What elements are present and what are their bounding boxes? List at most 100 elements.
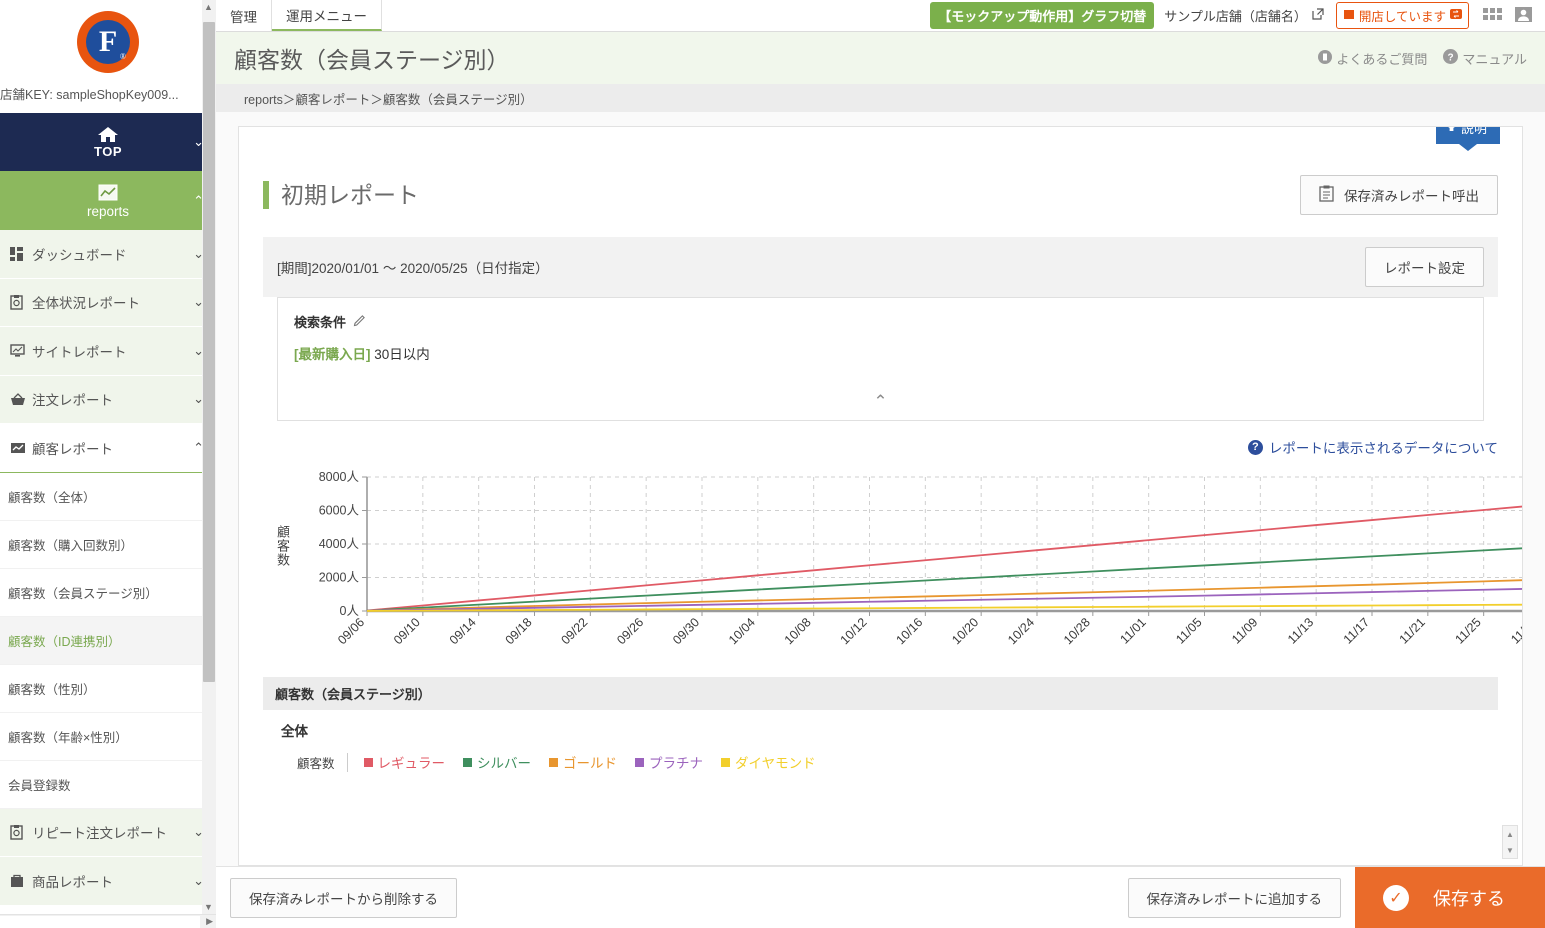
svg-text:?: ? bbox=[1448, 52, 1454, 63]
logo-letter: F ® bbox=[86, 20, 130, 64]
clipboard-icon bbox=[10, 294, 32, 310]
user-avatar-icon[interactable] bbox=[1514, 5, 1533, 27]
sidebar-item-top[interactable]: TOP ⌄ bbox=[0, 113, 216, 171]
sidebar-group-dashboard[interactable]: ダッシュボード ⌄ bbox=[0, 230, 216, 279]
sidebar-item-member-registrations[interactable]: 会員登録数 bbox=[0, 760, 216, 809]
save-button-label: 保存する bbox=[1433, 888, 1505, 909]
sidebar-scroll-thumb[interactable] bbox=[203, 22, 215, 682]
line-chart[interactable]: 0人2000人4000人6000人8000人09/06 09/10 09/14 09/… bbox=[295, 463, 1523, 663]
report-data-info-label: レポートに表示されるデータについて bbox=[1268, 441, 1498, 456]
svg-text:10/16: 10/16 bbox=[893, 615, 925, 647]
scroll-down-icon[interactable]: ▼ bbox=[204, 902, 213, 912]
sidebar-vertical-scrollbar[interactable]: ▲ ▼ bbox=[202, 0, 216, 914]
mockup-graph-switch-button[interactable]: 【モックアップ動作用】グラフ切替 bbox=[930, 2, 1155, 29]
delete-saved-report-button[interactable]: 保存済みレポートから削除する bbox=[230, 877, 457, 918]
tab-operation-menu-label: 運用メニュー bbox=[286, 8, 367, 24]
apps-grid-icon[interactable] bbox=[1483, 5, 1502, 27]
page-header: 顧客数（会員ステージ別） よくあるご質問 ? マニュアル bbox=[216, 32, 1545, 84]
legend-item-label: ゴールド bbox=[563, 756, 618, 771]
sidebar-item-top-label: TOP bbox=[94, 143, 122, 159]
sidebar-item-customer-by-id-link[interactable]: 顧客数（ID連携別） bbox=[0, 616, 216, 665]
sidebar-hscroll-thumb[interactable] bbox=[0, 916, 200, 928]
svg-text:09/10: 09/10 bbox=[391, 615, 423, 647]
legend-item[interactable]: プラチナ bbox=[635, 752, 703, 772]
svg-text:09/26: 09/26 bbox=[614, 615, 646, 647]
logo[interactable]: F ® bbox=[0, 0, 216, 84]
home-icon bbox=[97, 126, 119, 143]
table-title: 顧客数（会員ステージ別） bbox=[263, 677, 1498, 710]
store-icon bbox=[1343, 8, 1355, 23]
sidebar-item-customer-by-gender[interactable]: 顧客数（性別） bbox=[0, 664, 216, 713]
manual-label: マニュアル bbox=[1462, 51, 1527, 67]
legend-item-list: レギュラー シルバー ゴールド プラチナ ダイヤモンド bbox=[348, 752, 816, 772]
sidebar-item-customer-by-age-gender[interactable]: 顧客数（年齢×性別） bbox=[0, 712, 216, 761]
sidebar-group-site[interactable]: サイトレポート ⌄ bbox=[0, 327, 216, 376]
save-button[interactable]: ✓ 保存する bbox=[1355, 866, 1545, 928]
report-data-info-link[interactable]: ? レポートに表示されるデータについて bbox=[263, 437, 1498, 457]
sidebar-group-overall[interactable]: 全体状況レポート ⌄ bbox=[0, 278, 216, 327]
sidebar-item-customer-total-label: 顧客数（全体） bbox=[8, 490, 96, 505]
report-settings-label: レポート設定 bbox=[1384, 261, 1465, 276]
add-saved-report-button[interactable]: 保存済みレポートに追加する bbox=[1127, 877, 1341, 918]
manual-link[interactable]: ? マニュアル bbox=[1443, 49, 1527, 68]
saved-report-call-button[interactable]: 保存済みレポート呼出 bbox=[1300, 175, 1498, 215]
legend-item[interactable]: レギュラー bbox=[363, 752, 445, 772]
sidebar-group-order[interactable]: 注文レポート ⌄ bbox=[0, 375, 216, 424]
sidebar-horizontal-scrollbar[interactable]: ▶ bbox=[0, 914, 216, 928]
sidebar-item-reports[interactable]: reports ⌃ bbox=[0, 171, 216, 230]
sidebar-item-reports-label: reports bbox=[86, 203, 130, 219]
open-status-badge[interactable]: 開店しています bbox=[1335, 2, 1469, 29]
svg-text:11/09: 11/09 bbox=[1229, 615, 1260, 646]
external-link-icon[interactable] bbox=[1312, 8, 1324, 23]
toggle-switch-icon[interactable] bbox=[1450, 8, 1462, 23]
content-scroll-spinner[interactable]: ▲ ▼ bbox=[1502, 825, 1518, 859]
sidebar-item-customer-by-stage[interactable]: 顧客数（会員ステージ別） bbox=[0, 568, 216, 617]
dashboard-icon bbox=[10, 246, 32, 261]
explain-badge[interactable]: 説明 bbox=[1435, 127, 1500, 144]
shop-name-label: サンプル店舗（店舗名） bbox=[1164, 9, 1307, 24]
report-settings-button[interactable]: レポート設定 bbox=[1365, 247, 1484, 287]
sidebar-item-customer-by-stage-label: 顧客数（会員ステージ別） bbox=[8, 586, 158, 601]
chart-container: 顧客数 0人 2000人 4000人 6000人 8000人 09/06 09/10 09/1… bbox=[263, 463, 1522, 663]
sidebar-group-repeat-order[interactable]: リピート注文レポート ⌄ bbox=[0, 808, 216, 857]
sidebar-group-site-label: サイトレポート bbox=[32, 344, 127, 360]
legend-item[interactable]: ダイヤモンド bbox=[721, 752, 816, 772]
shop-name[interactable]: サンプル店舗（店舗名） bbox=[1164, 6, 1324, 25]
collapse-chevron-icon[interactable]: ⌃ bbox=[873, 392, 887, 412]
svg-text:11/21: 11/21 bbox=[1397, 615, 1428, 646]
chart-legend: 顧客数 レギュラー シルバー ゴールド プラチナ ダイヤモンド bbox=[263, 752, 1498, 772]
sidebar-item-customer-by-purchase-count[interactable]: 顧客数（購入回数別） bbox=[0, 520, 216, 569]
logo-letter-text: F bbox=[98, 25, 118, 58]
faq-link[interactable]: よくあるご質問 bbox=[1318, 49, 1427, 68]
sidebar-item-customer-total[interactable]: 顧客数（全体） bbox=[0, 472, 216, 521]
search-condition-box: 検索条件 [最新購入日] 30日以内 ⌃ bbox=[277, 297, 1484, 421]
lightbulb-icon bbox=[1446, 127, 1457, 136]
legend-item[interactable]: ゴールド bbox=[549, 752, 617, 772]
sidebar-group-customer[interactable]: 顧客レポート ⌃ bbox=[0, 424, 216, 473]
legend-swatch-icon bbox=[463, 757, 473, 767]
main-area: 管理 運用メニュー 【モックアップ動作用】グラフ切替 サンプル店舗（店舗名） 開… bbox=[216, 0, 1545, 928]
search-condition-value: 30日以内 bbox=[374, 347, 430, 362]
footer-right-group: 保存済みレポートに追加する ✓ 保存する bbox=[1127, 866, 1545, 928]
scroll-up-icon[interactable]: ▲ bbox=[204, 2, 213, 12]
scroll-right-icon[interactable]: ▶ bbox=[206, 916, 213, 927]
svg-text:09/18: 09/18 bbox=[503, 615, 535, 647]
tab-management-label: 管理 bbox=[230, 9, 257, 25]
scroll-down-icon[interactable]: ▼ bbox=[1506, 846, 1514, 855]
clipboard-icon bbox=[10, 824, 32, 840]
tab-operation-menu[interactable]: 運用メニュー bbox=[272, 0, 382, 31]
legend-item[interactable]: シルバー bbox=[463, 752, 531, 772]
svg-text:09/22: 09/22 bbox=[558, 615, 590, 647]
sidebar-group-customer-label: 顧客レポート bbox=[32, 441, 113, 457]
tab-management[interactable]: 管理 bbox=[216, 0, 272, 31]
search-condition-row: [最新購入日] 30日以内 bbox=[294, 343, 1467, 363]
shop-key-label: 店舗KEY: sampleShopKey009... bbox=[0, 88, 179, 102]
scroll-up-icon[interactable]: ▲ bbox=[1506, 830, 1514, 839]
sidebar-item-customer-by-age-gender-label: 顧客数（年齢×性別） bbox=[8, 730, 128, 745]
sidebar-item-member-registrations-label: 会員登録数 bbox=[8, 778, 71, 793]
svg-text:11/17: 11/17 bbox=[1341, 615, 1372, 646]
registered-icon: ® bbox=[119, 52, 126, 61]
legend-item-label: ダイヤモンド bbox=[735, 756, 816, 771]
pencil-edit-icon[interactable] bbox=[353, 314, 366, 330]
sidebar-group-product[interactable]: 商品レポート ⌄ bbox=[0, 857, 216, 906]
